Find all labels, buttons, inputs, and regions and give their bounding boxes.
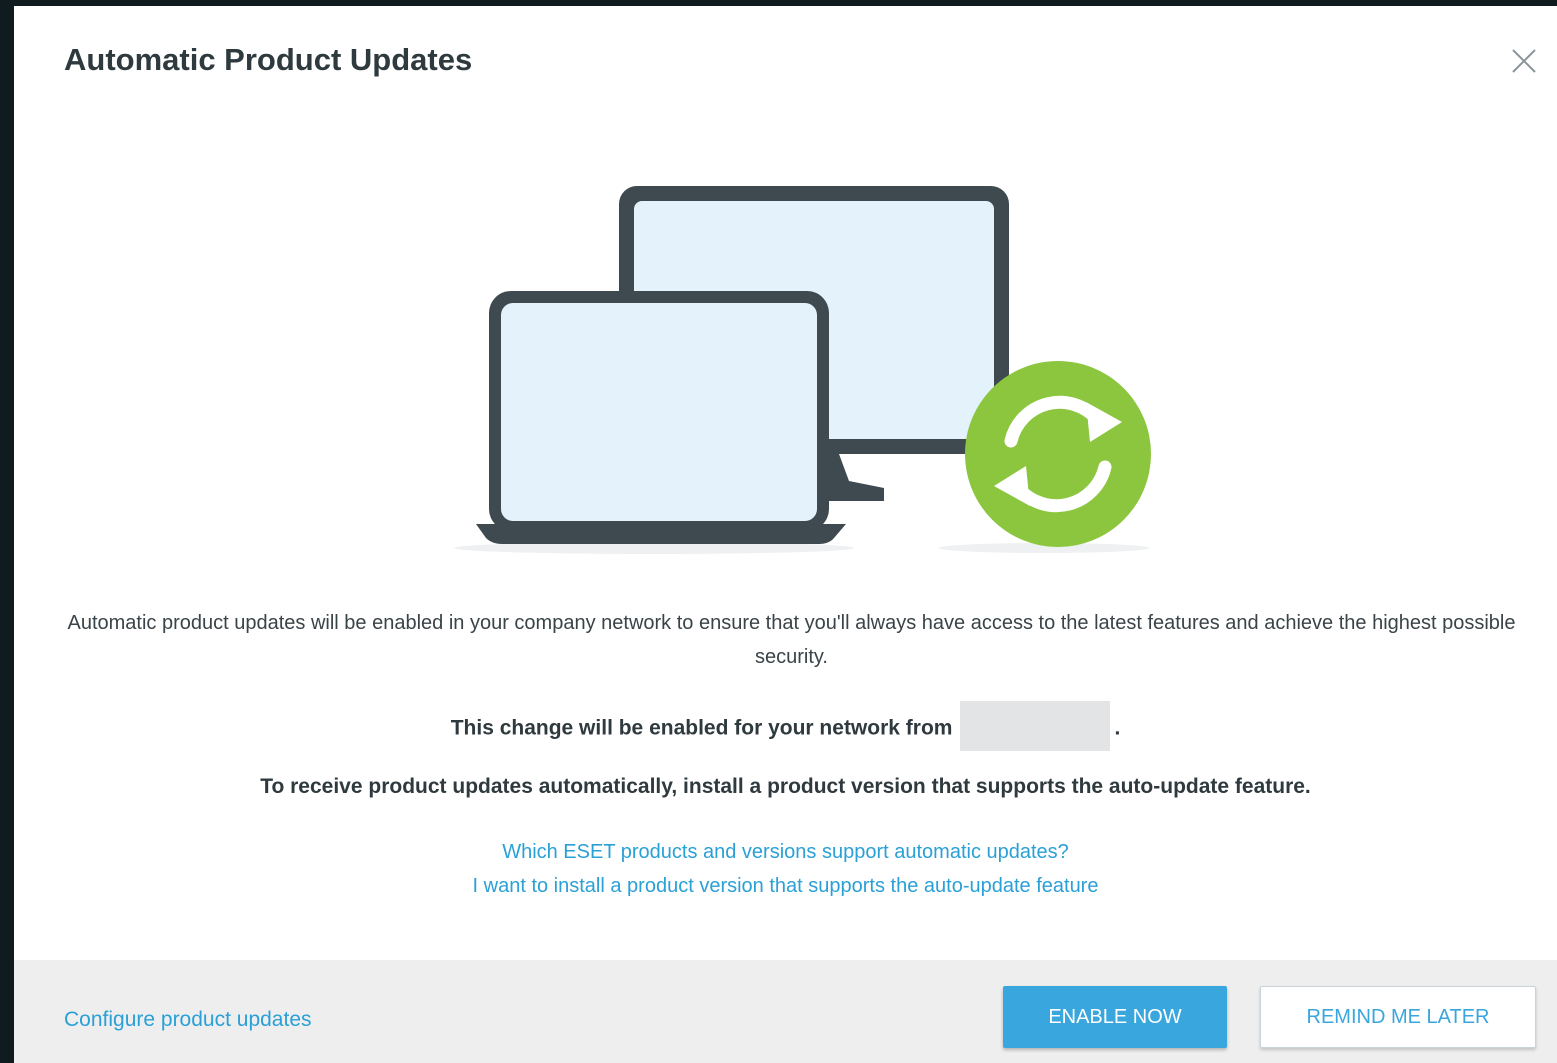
auto-update-dialog: Automatic Product Updates Automatic prod… [14, 6, 1557, 1063]
supported-products-link[interactable]: Which ESET products and versions support… [14, 835, 1557, 869]
receive-updates-note: To receive product updates automatically… [260, 775, 1311, 798]
enable-now-button[interactable]: ENABLE NOW [1003, 986, 1227, 1048]
update-description: Automatic product updates will be enable… [67, 612, 1516, 668]
change-date-line: This change will be enabled for your net… [14, 701, 1557, 754]
install-supported-version-link[interactable]: I want to install a product version that… [14, 869, 1557, 903]
change-date-suffix: . [1114, 716, 1121, 740]
close-icon[interactable] [1509, 46, 1539, 76]
help-links: Which ESET products and versions support… [14, 835, 1557, 903]
dialog-title: Automatic Product Updates [64, 42, 473, 77]
dialog-footer: Configure product updates ENABLE NOW REM… [14, 960, 1557, 1063]
configure-product-updates-link[interactable]: Configure product updates [64, 1008, 312, 1032]
devices-sync-illustration [454, 176, 1174, 566]
laptop-icon [476, 291, 846, 544]
change-date-prefix: This change will be enabled for your net… [450, 716, 953, 740]
redacted-date [960, 701, 1111, 751]
remind-me-later-button[interactable]: REMIND ME LATER [1260, 986, 1536, 1048]
sync-icon [965, 361, 1151, 547]
